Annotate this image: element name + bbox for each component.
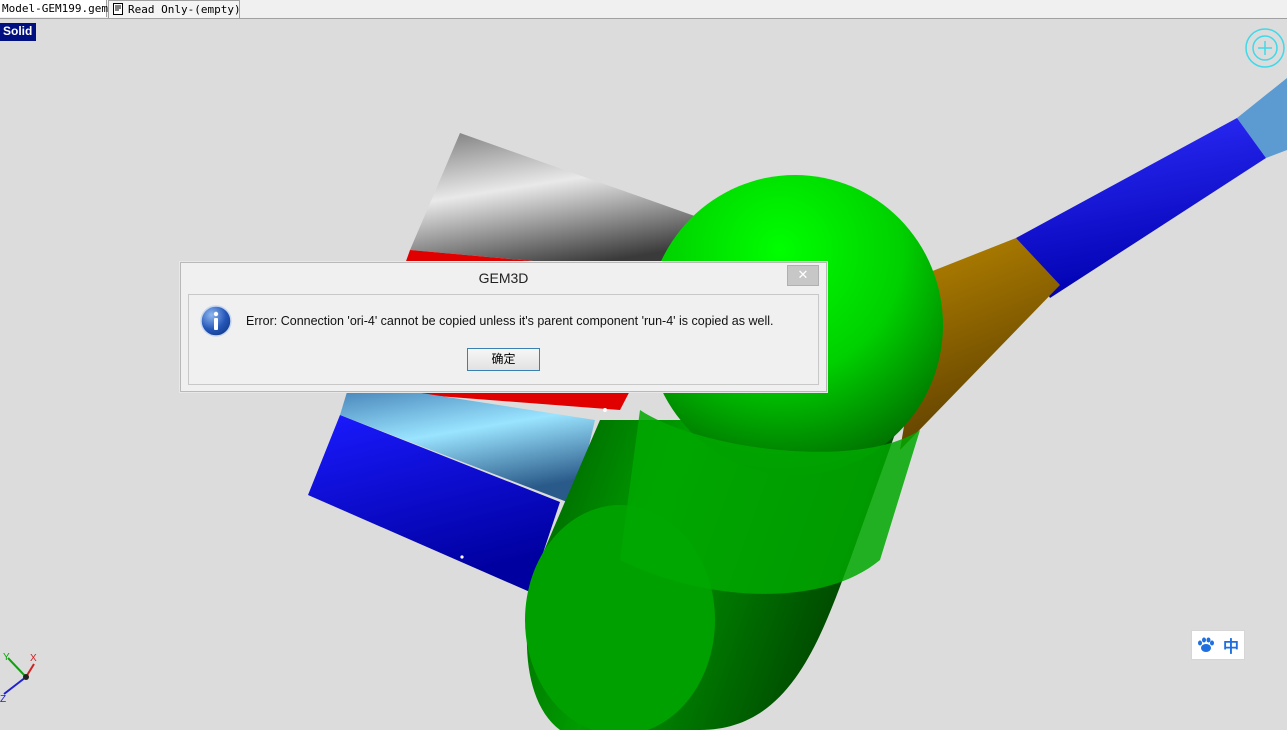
axis-z-label: Z — [0, 694, 6, 705]
ok-button[interactable]: 确定 — [467, 348, 540, 371]
view-navigation-icon[interactable] — [1245, 28, 1285, 68]
dialog-title: GEM3D — [478, 270, 529, 286]
ime-language-label: 中 — [1222, 639, 1239, 656]
document-icon — [113, 3, 123, 15]
tab-read-only-label: Read Only-(empty) — [128, 3, 241, 16]
dialog-body: Error: Connection 'ori-4' cannot be copi… — [188, 294, 819, 385]
error-message: Error: Connection 'ori-4' cannot be copi… — [246, 314, 774, 328]
tab-read-only[interactable]: Read Only-(empty) — [108, 0, 241, 18]
axis-triad-icon: Y X Z — [0, 652, 37, 705]
ime-indicator[interactable]: 中 — [1191, 630, 1245, 660]
render-mode-label: Solid — [0, 23, 37, 41]
error-dialog: GEM3D ✕ Error: Connection 'ori-4' cannot… — [180, 262, 827, 392]
close-button[interactable]: ✕ — [787, 265, 819, 286]
tab-model-gem199[interactable]: Model-GEM199.gem — [0, 0, 108, 17]
info-icon — [200, 305, 232, 337]
axis-y-label: Y — [3, 652, 10, 663]
pipe-segment-blue — [1016, 118, 1266, 298]
paw-icon — [1197, 637, 1214, 652]
axis-x-label: X — [30, 653, 37, 664]
document-tabbar: Model-GEM199.gem Read Only-(empty) — [0, 0, 1287, 19]
